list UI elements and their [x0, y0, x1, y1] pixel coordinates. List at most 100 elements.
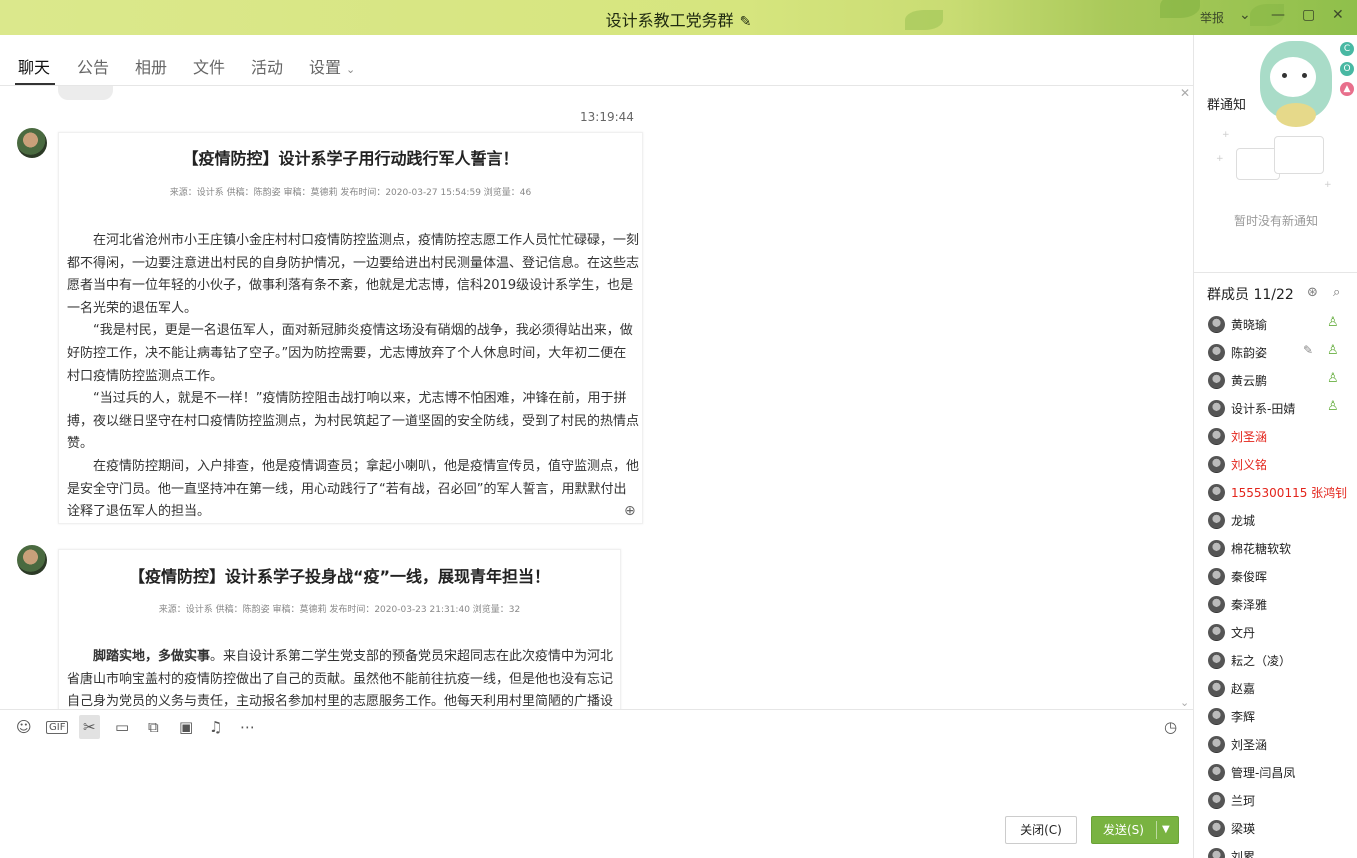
maximize-icon[interactable]: ▢: [1302, 7, 1315, 23]
image-icon[interactable]: ▣: [179, 718, 193, 736]
member-name: 管理-闫昌凤: [1231, 766, 1296, 780]
member-row[interactable]: 黄晓瑜 ♙: [1208, 314, 1357, 336]
member-row[interactable]: 刘圣涵: [1208, 426, 1357, 448]
member-name: 刘圣涵: [1231, 430, 1268, 444]
pencil-icon[interactable]: ✎: [740, 14, 752, 30]
member-row[interactable]: 梁瑛: [1208, 818, 1357, 840]
avatar[interactable]: [1208, 764, 1225, 781]
divider: [1194, 272, 1357, 273]
avatar[interactable]: [17, 128, 47, 158]
zoom-in-icon[interactable]: ⊕: [624, 503, 636, 519]
member-row[interactable]: 刘圣涵: [1208, 734, 1357, 756]
article-paragraph: 在河北省沧州市小王庄镇小金庄村村口疫情防控监测点，疫情防控志愿工作人员忙忙碌碌，…: [67, 233, 640, 316]
emoji-icon[interactable]: ☺: [16, 718, 32, 736]
minimize-icon[interactable]: —: [1271, 7, 1285, 23]
close-icon[interactable]: ✕: [1332, 7, 1344, 23]
avatar[interactable]: [1208, 652, 1225, 669]
avatar[interactable]: [1208, 792, 1225, 809]
avatar[interactable]: [1208, 596, 1225, 613]
admin-badge-icon: ♙: [1327, 315, 1339, 330]
chat-history[interactable]: ✕ 13:19:44 【疫情防控】设计系学子用行动践行军人誓言！ 来源：设计系 …: [0, 86, 1193, 709]
clock-icon[interactable]: ◷: [1164, 718, 1177, 736]
tab-album[interactable]: 相册: [135, 54, 167, 78]
avatar[interactable]: [1208, 456, 1225, 473]
pencil-icon[interactable]: ✎: [1303, 343, 1313, 357]
avatar[interactable]: [1208, 400, 1225, 417]
message-timestamp: 13:19:44: [580, 110, 634, 124]
member-row[interactable]: 兰珂: [1208, 790, 1357, 812]
avatar[interactable]: [1208, 372, 1225, 389]
gif-icon[interactable]: GIF: [46, 721, 69, 734]
chevron-down-icon[interactable]: ⌄: [1239, 7, 1251, 23]
article-card[interactable]: 【疫情防控】设计系学子投身战“疫”一线，展现青年担当！ 来源：设计系 供稿：陈韵…: [58, 549, 621, 709]
empty-notice-illustration-icon: + + +: [1216, 130, 1332, 190]
scissors-icon[interactable]: ✂: [79, 715, 100, 739]
avatar[interactable]: [1208, 568, 1225, 585]
avatar[interactable]: [1208, 848, 1225, 858]
article-title: 【疫情防控】设计系学子用行动践行军人誓言！: [182, 149, 519, 168]
message-input[interactable]: [0, 745, 1193, 810]
side-icons: C O ▲: [1340, 42, 1356, 102]
folder-icon[interactable]: ▭: [115, 718, 129, 736]
members-title: 群成员 11/22: [1207, 287, 1294, 303]
member-row[interactable]: 秦俊晖: [1208, 566, 1357, 588]
article-paragraph: “当过兵的人，就是不一样！”疫情防控阻击战打响以来，尤志博不怕困难，冲锋在前，用…: [67, 391, 640, 452]
tab-notice[interactable]: 公告: [77, 54, 109, 78]
app-icon[interactable]: O: [1340, 62, 1354, 76]
member-row[interactable]: 棉花糖软软: [1208, 538, 1357, 560]
chevron-down-icon[interactable]: ▼: [1162, 817, 1170, 843]
tab-settings[interactable]: 设置 ⌄: [309, 54, 355, 78]
send-button[interactable]: 发送(S) ▼: [1091, 816, 1179, 844]
member-row[interactable]: 管理-闫昌凤: [1208, 762, 1357, 784]
member-row[interactable]: 赵嘉: [1208, 678, 1357, 700]
app-icon[interactable]: C: [1340, 42, 1354, 56]
avatar[interactable]: [1208, 624, 1225, 641]
avatar[interactable]: [1208, 736, 1225, 753]
avatar[interactable]: [17, 545, 47, 575]
tab-activity[interactable]: 活动: [251, 54, 283, 78]
search-icon[interactable]: ⌕: [1333, 285, 1340, 300]
avatar[interactable]: [1208, 428, 1225, 445]
member-row[interactable]: 1555300115 张鸿钊: [1208, 482, 1357, 504]
member-row[interactable]: 龙城: [1208, 510, 1357, 532]
tab-bar: 聊天 公告 相册 文件 活动 设置 ⌄: [0, 35, 1193, 86]
member-row[interactable]: 秦泽雅: [1208, 594, 1357, 616]
mascot-decoration: [1256, 35, 1336, 130]
gift-icon[interactable]: ▲: [1340, 82, 1354, 96]
notice-title: 群通知: [1207, 98, 1247, 113]
tab-chat[interactable]: 聊天: [18, 54, 50, 78]
member-row[interactable]: 耘之（凌）: [1208, 650, 1357, 672]
member-row[interactable]: 陈韵姿 ✎ ♙: [1208, 342, 1357, 364]
article-card[interactable]: 【疫情防控】设计系学子用行动践行军人誓言！ 来源：设计系 供稿：陈韵姿 审稿：莫…: [58, 132, 643, 524]
close-button[interactable]: 关闭(C): [1005, 816, 1077, 844]
member-row[interactable]: 设计系-田婧 ♙: [1208, 398, 1357, 420]
tab-files[interactable]: 文件: [193, 54, 225, 78]
member-row[interactable]: 文丹: [1208, 622, 1357, 644]
avatar[interactable]: [1208, 512, 1225, 529]
avatar[interactable]: [1208, 820, 1225, 837]
report-link[interactable]: 举报: [1200, 9, 1224, 26]
avatar[interactable]: [1208, 344, 1225, 361]
avatar[interactable]: [1208, 316, 1225, 333]
member-name: 黄云鹏: [1231, 374, 1268, 388]
member-row[interactable]: 李辉: [1208, 706, 1357, 728]
window-title: 设计系教工党务群 ✎: [0, 7, 1357, 31]
bell-icon[interactable]: ♫: [209, 718, 222, 736]
member-name: 刘义铭: [1231, 458, 1268, 472]
group-name: 设计系教工党务群: [605, 11, 734, 30]
member-row[interactable]: 刘累: [1208, 846, 1357, 858]
divider: [1156, 821, 1157, 839]
title-bar: 设计系教工党务群 ✎ 举报 ⌄ — ▢ ✕: [0, 0, 1357, 35]
screenshot-icon[interactable]: ⧉: [148, 718, 159, 736]
avatar[interactable]: [1208, 484, 1225, 501]
avatar[interactable]: [1208, 708, 1225, 725]
more-icon[interactable]: ⋯: [240, 718, 255, 736]
member-manage-icon[interactable]: ⊛: [1307, 285, 1318, 300]
member-row[interactable]: 黄云鹏 ♙: [1208, 370, 1357, 392]
collapse-icon[interactable]: ✕: [1180, 86, 1190, 100]
member-name: 刘累: [1231, 850, 1256, 858]
scroll-down-icon[interactable]: ⌄: [1180, 696, 1189, 709]
avatar[interactable]: [1208, 540, 1225, 557]
member-row[interactable]: 刘义铭: [1208, 454, 1357, 476]
avatar[interactable]: [1208, 680, 1225, 697]
